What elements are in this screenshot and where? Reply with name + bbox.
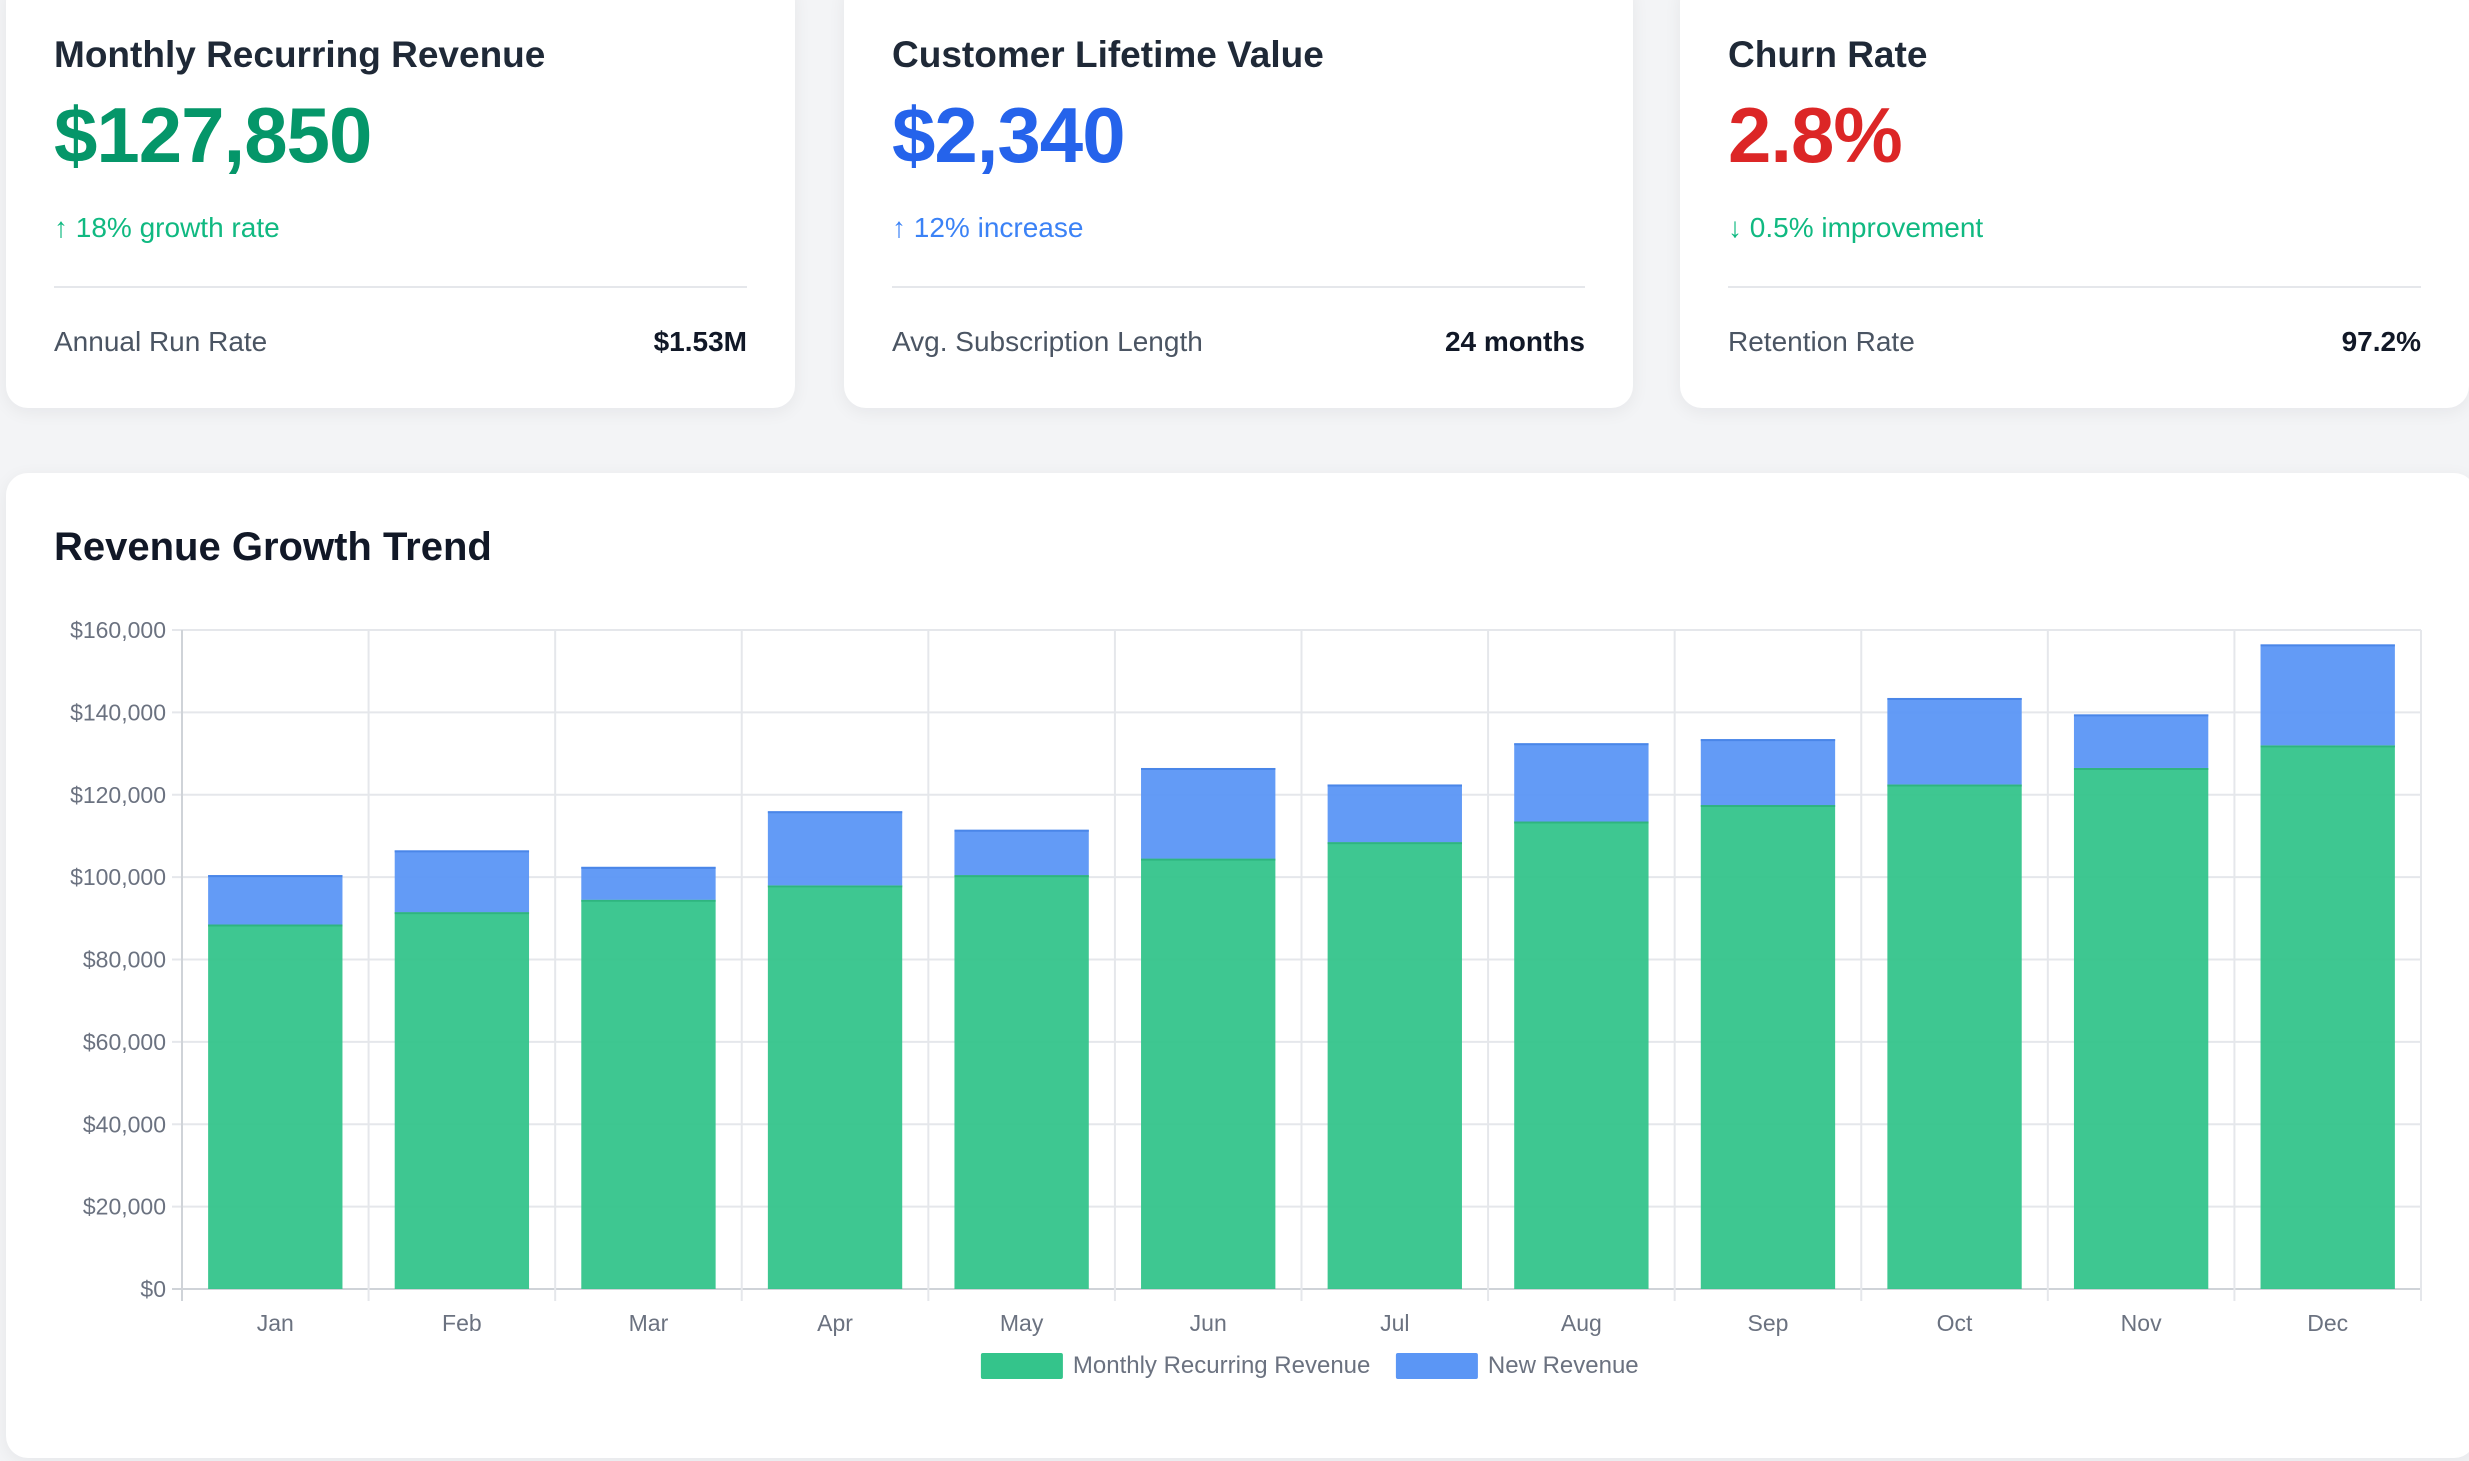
kpi-footer-label: Annual Run Rate xyxy=(54,326,268,357)
x-tick-label: Jan xyxy=(257,1310,294,1336)
legend-label: New Revenue xyxy=(1488,1352,1639,1379)
bar-new-revenue xyxy=(767,811,903,886)
y-tick-label: $0 xyxy=(140,1276,166,1302)
bar-new-revenue xyxy=(1141,767,1276,859)
kpi-card-clv: Customer Lifetime Value $2,340 ↑ 12% inc… xyxy=(844,0,1633,408)
kpi-value: 2.8% xyxy=(1728,91,1903,179)
y-tick-label: $140,000 xyxy=(70,699,166,725)
y-tick-label: $80,000 xyxy=(83,947,166,973)
bar-new-revenue xyxy=(2260,644,2395,746)
x-tick-label: Apr xyxy=(817,1310,853,1336)
bar-mrr xyxy=(954,875,1089,1289)
bar-new-revenue xyxy=(1514,743,1649,822)
kpi-change: ↑ 12% increase xyxy=(892,212,1083,244)
x-tick-label: Aug xyxy=(1561,1310,1602,1336)
arrow-up-icon: ↑ xyxy=(892,212,906,243)
bar-new-revenue xyxy=(2073,714,2209,768)
bar-mrr xyxy=(1700,805,1836,1289)
x-tick-label: Dec xyxy=(2307,1310,2348,1336)
x-tick-label: Feb xyxy=(442,1310,482,1336)
bar-mrr xyxy=(394,912,530,1289)
revenue-growth-chart: $0 $20,000 $40,000 $60,000 $80,000 $100,000 $1… xyxy=(70,617,2422,1379)
divider xyxy=(1728,286,2421,288)
bar-mrr xyxy=(2260,745,2395,1289)
bar-mrr xyxy=(1141,858,1276,1289)
kpi-footer-value: 24 months xyxy=(1444,326,1585,357)
bar-new-revenue xyxy=(1700,739,1836,806)
bar-new-revenue xyxy=(1887,697,2022,785)
kpi-footer-label: Avg. Subscription Length xyxy=(892,326,1203,357)
kpi-change-text: 12% increase xyxy=(913,212,1084,243)
kpi-title: Customer Lifetime Value xyxy=(892,34,1324,75)
x-tick-label: Jul xyxy=(1380,1310,1409,1336)
kpi-footer-value: $1.53M xyxy=(653,326,747,357)
legend-swatch xyxy=(980,1353,1063,1379)
y-tick-label: $120,000 xyxy=(70,782,166,808)
arrow-down-icon: ↓ xyxy=(1728,212,1742,243)
arrow-up-icon: ↑ xyxy=(54,212,68,243)
bar-mrr xyxy=(1327,842,1462,1289)
kpi-card-churn: Churn Rate 2.8% ↓ 0.5% improvement Reten… xyxy=(1680,0,2469,408)
bar-mrr xyxy=(1514,821,1649,1289)
divider xyxy=(892,286,1585,288)
x-tick-label: Nov xyxy=(2121,1310,2162,1336)
kpi-change: ↑ 18% growth rate xyxy=(54,212,280,244)
kpi-title: Monthly Recurring Revenue xyxy=(54,34,546,75)
bar-new-revenue xyxy=(394,850,530,913)
kpi-change-text: 18% growth rate xyxy=(75,212,280,243)
bar-new-revenue xyxy=(208,875,343,925)
kpi-change-text: 0.5% improvement xyxy=(1749,212,1984,243)
legend-label: Monthly Recurring Revenue xyxy=(1073,1352,1370,1379)
bar-new-revenue xyxy=(581,866,716,900)
bar-mrr xyxy=(581,899,716,1289)
x-tick-label: Sep xyxy=(1747,1310,1788,1336)
revenue-chart-card: Revenue Growth Trend $0 $20,000 $40,000 $60… xyxy=(6,473,2469,1458)
kpi-footer-value: 97.2% xyxy=(2341,326,2421,357)
x-tick-label: Oct xyxy=(1937,1310,1973,1336)
kpi-value: $127,850 xyxy=(54,91,372,179)
bar-mrr xyxy=(1887,784,2022,1289)
x-tick-label: May xyxy=(1000,1310,1044,1336)
y-tick-label: $20,000 xyxy=(83,1194,166,1220)
kpi-change: ↓ 0.5% improvement xyxy=(1728,212,1983,244)
x-tick-label: Mar xyxy=(629,1310,669,1336)
legend-swatch xyxy=(1395,1353,1478,1379)
x-tick-label: Jun xyxy=(1190,1310,1227,1336)
bar-mrr xyxy=(208,924,343,1289)
y-tick-label: $160,000 xyxy=(70,617,166,643)
divider xyxy=(54,286,747,288)
kpi-footer-label: Retention Rate xyxy=(1728,326,1915,357)
bar-new-revenue xyxy=(1327,784,1462,843)
bar-new-revenue xyxy=(954,829,1089,876)
kpi-card-mrr: Monthly Recurring Revenue $127,850 ↑ 18%… xyxy=(6,0,795,408)
bar-mrr xyxy=(2073,767,2209,1289)
kpi-title: Churn Rate xyxy=(1728,34,1928,75)
y-tick-label: $40,000 xyxy=(83,1111,166,1137)
y-tick-label: $100,000 xyxy=(70,864,166,890)
bar-mrr xyxy=(767,885,903,1289)
legend: Monthly Recurring Revenue New Revenue xyxy=(980,1352,1639,1379)
kpi-value: $2,340 xyxy=(892,91,1126,179)
y-tick-label: $60,000 xyxy=(83,1029,166,1055)
